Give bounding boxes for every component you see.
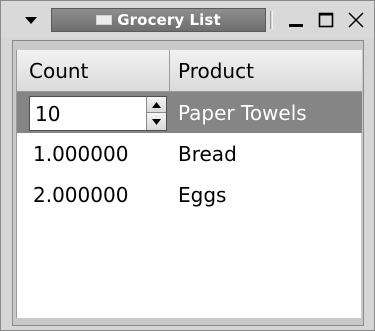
product-cell: Eggs [178, 182, 227, 207]
table-row[interactable]: 2.000000 Eggs [17, 174, 362, 215]
close-button[interactable] [344, 9, 368, 31]
spin-down-button[interactable] [147, 113, 166, 130]
spin-up-button[interactable] [147, 97, 166, 113]
arrow-up-icon [152, 101, 161, 108]
count-cell: 2.000000 [33, 182, 129, 207]
title-separator [270, 11, 273, 29]
title-bar[interactable]: Grocery List [1, 1, 374, 38]
table-header: Count Product [17, 50, 362, 92]
spin-buttons [146, 97, 166, 130]
maximize-icon [317, 11, 335, 29]
count-input[interactable] [30, 97, 145, 130]
triangle-down-icon [24, 16, 38, 25]
arrow-down-icon [152, 118, 161, 125]
count-spinbox[interactable] [29, 96, 167, 131]
minimize-icon [287, 11, 305, 29]
grocery-list-window: Grocery List Count Product 10 Paper Towe… [0, 0, 375, 331]
column-header-count[interactable]: Count [17, 50, 170, 91]
product-cell: Paper Towels [178, 100, 307, 125]
table-row[interactable]: Paper Towels [17, 92, 362, 133]
window-menu-button[interactable] [20, 12, 42, 28]
maximize-button[interactable] [314, 9, 338, 31]
window-icon [96, 15, 113, 25]
count-cell: 1.000000 [33, 141, 129, 166]
grocery-table[interactable]: Count Product 10 Paper Towels 1.000000 B… [16, 50, 362, 318]
title-label-area: Grocery List [51, 8, 266, 32]
product-cell: Bread [178, 141, 237, 166]
minimize-button[interactable] [284, 9, 308, 31]
window-title: Grocery List [117, 11, 221, 29]
column-header-product[interactable]: Product [170, 50, 362, 91]
table-row[interactable]: 1.000000 Bread [17, 133, 362, 174]
close-icon [347, 11, 365, 29]
